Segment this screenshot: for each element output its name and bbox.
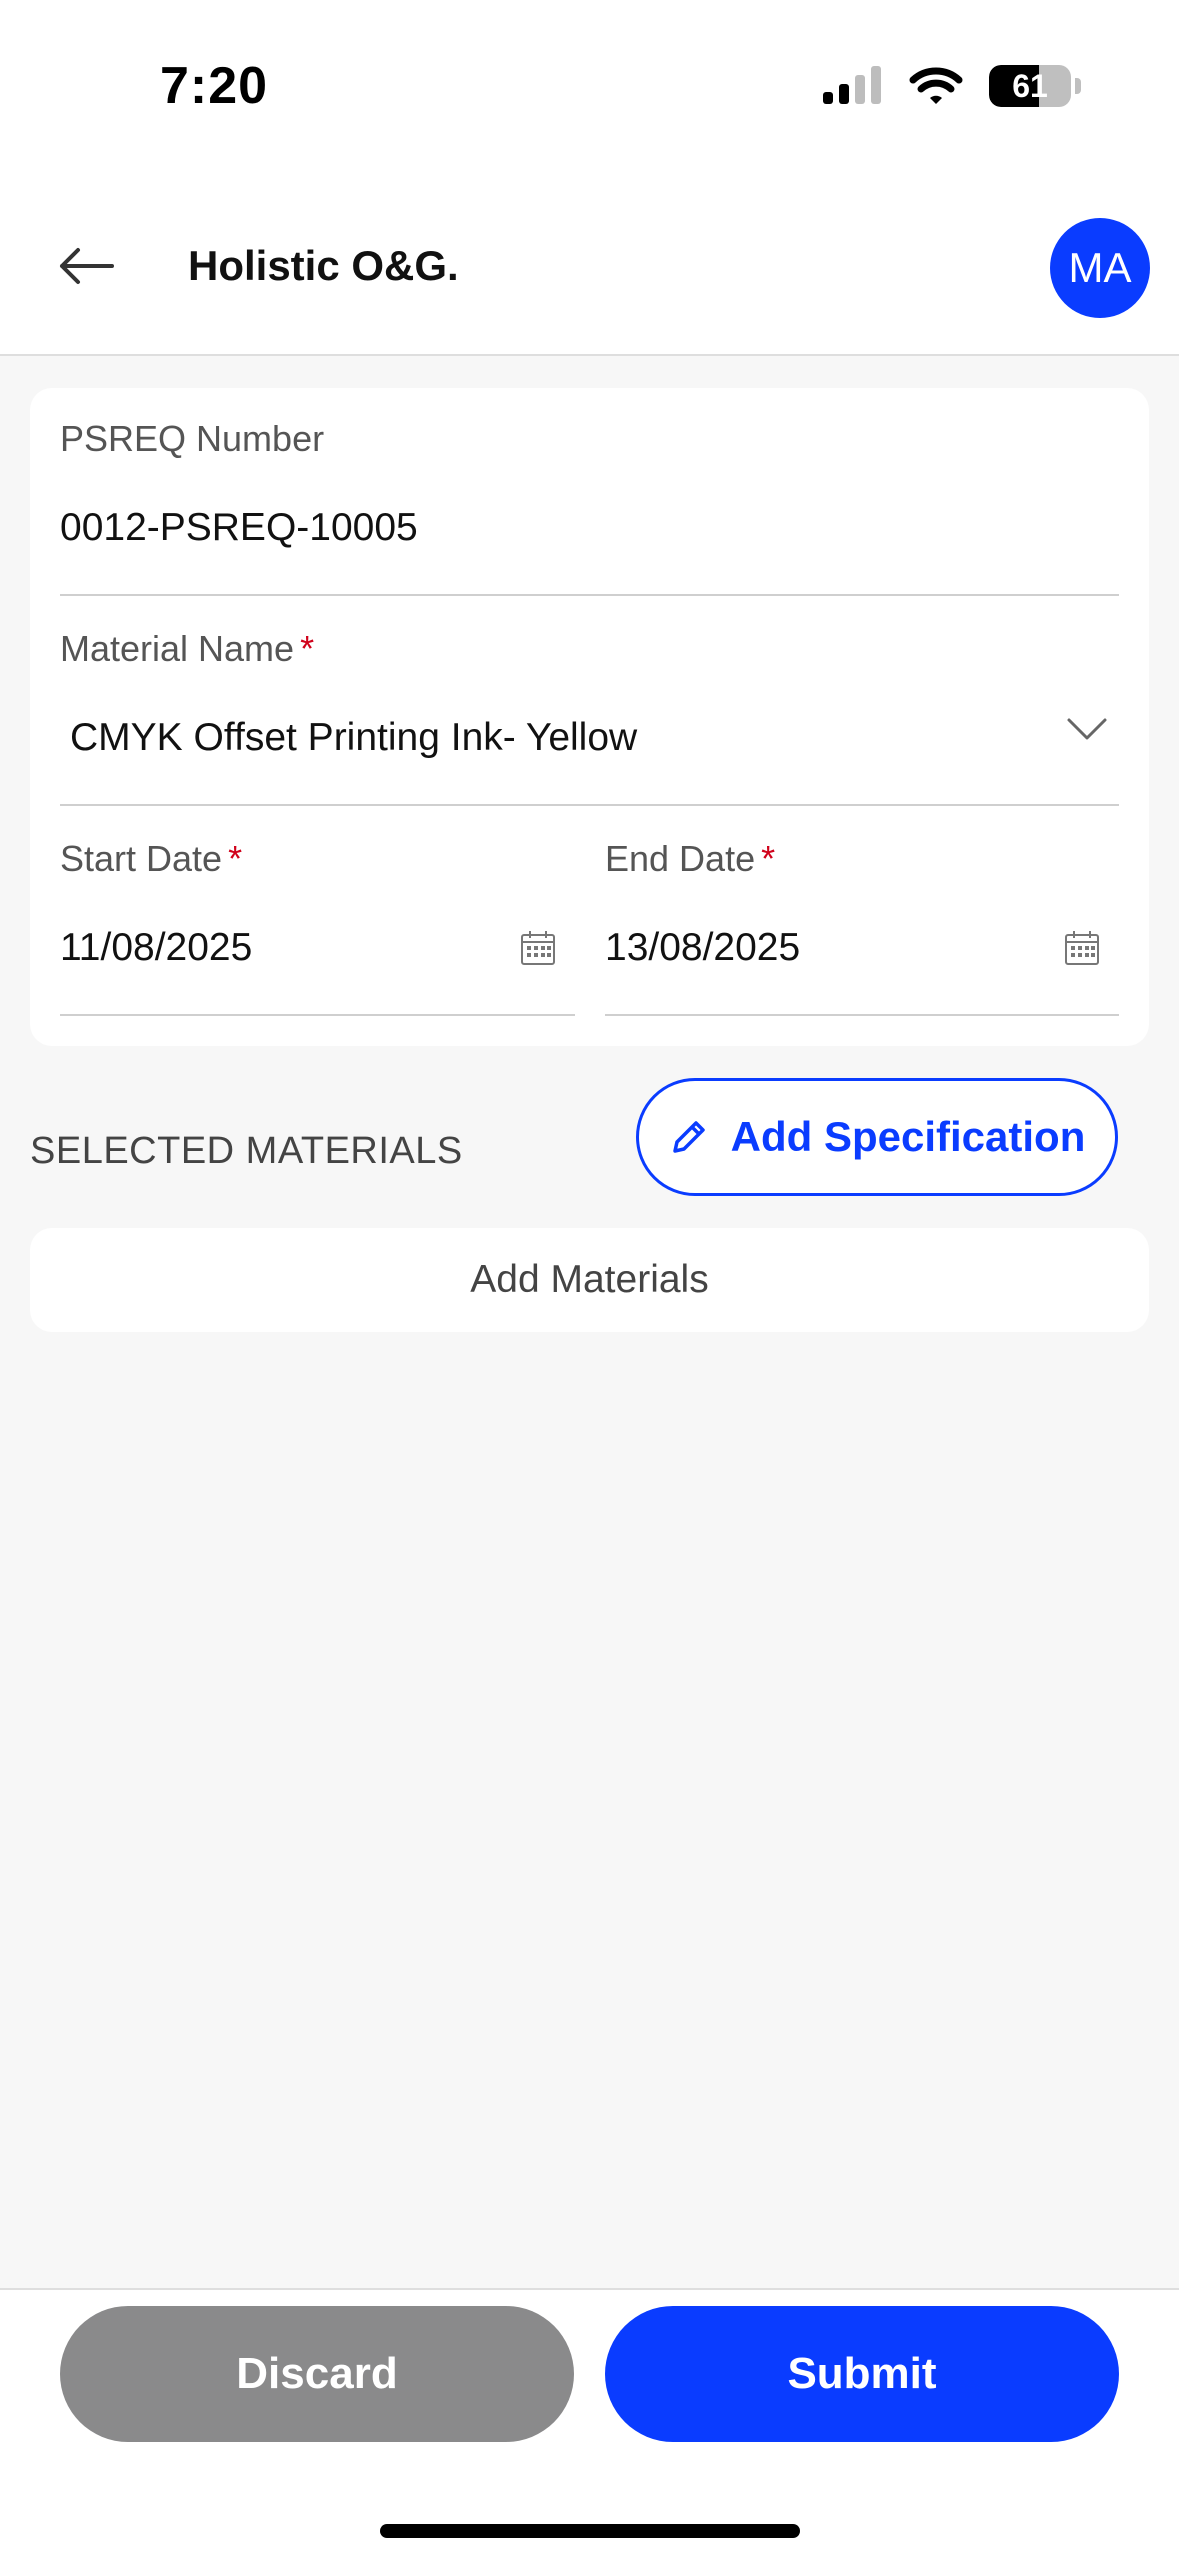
battery-percent: 61 bbox=[1012, 67, 1048, 104]
chevron-down-icon[interactable] bbox=[1065, 706, 1109, 750]
back-button[interactable] bbox=[54, 234, 118, 298]
add-materials-button[interactable]: Add Materials bbox=[30, 1228, 1149, 1332]
start-date-label: Start Date * bbox=[60, 838, 243, 879]
start-date-input[interactable]: 11/08/2025 bbox=[60, 926, 252, 970]
add-materials-label: Add Materials bbox=[470, 1258, 709, 1301]
status-icons: 61 bbox=[823, 64, 1081, 108]
psreq-divider bbox=[60, 594, 1119, 596]
end-date-label: End Date * bbox=[605, 838, 776, 879]
avatar[interactable]: MA bbox=[1050, 218, 1150, 318]
battery-nub bbox=[1075, 78, 1081, 94]
bottom-action-bar: Discard Submit bbox=[0, 2288, 1179, 2556]
request-form-card: PSREQ Number 0012-PSREQ-10005 Material N… bbox=[30, 388, 1149, 1046]
app-header: Holistic O&G. MA bbox=[0, 176, 1179, 356]
material-name-select[interactable]: CMYK Offset Printing Ink- Yellow bbox=[70, 716, 637, 760]
wifi-icon bbox=[909, 67, 963, 104]
status-bar: 7:20 61 bbox=[0, 0, 1179, 176]
end-date-divider bbox=[605, 1014, 1119, 1016]
add-specification-label: Add Specification bbox=[730, 1113, 1086, 1160]
pencil-icon bbox=[672, 1121, 705, 1153]
calendar-icon[interactable] bbox=[520, 930, 556, 966]
submit-button[interactable]: Submit bbox=[605, 2306, 1119, 2442]
required-mark: * bbox=[300, 628, 315, 669]
start-date-divider bbox=[60, 1014, 575, 1016]
psreq-number-value: 0012-PSREQ-10005 bbox=[60, 506, 418, 549]
home-indicator[interactable] bbox=[380, 2524, 800, 2538]
arrow-left-icon bbox=[60, 248, 114, 284]
page-title: Holistic O&G. bbox=[188, 242, 459, 289]
discard-button[interactable]: Discard bbox=[60, 2306, 574, 2442]
cellular-signal-icon bbox=[823, 66, 881, 104]
material-name-label: Material Name * bbox=[60, 628, 315, 669]
add-specification-button[interactable]: Add Specification bbox=[636, 1078, 1118, 1196]
end-date-input[interactable]: 13/08/2025 bbox=[605, 926, 800, 970]
psreq-number-label: PSREQ Number bbox=[60, 418, 325, 459]
selected-materials-heading: SELECTED MATERIALS bbox=[30, 1130, 463, 1172]
required-mark: * bbox=[761, 838, 776, 879]
material-divider bbox=[60, 804, 1119, 806]
status-time: 7:20 bbox=[160, 57, 269, 115]
calendar-icon[interactable] bbox=[1064, 930, 1100, 966]
battery-icon: 61 bbox=[989, 65, 1071, 107]
required-mark: * bbox=[228, 838, 243, 879]
